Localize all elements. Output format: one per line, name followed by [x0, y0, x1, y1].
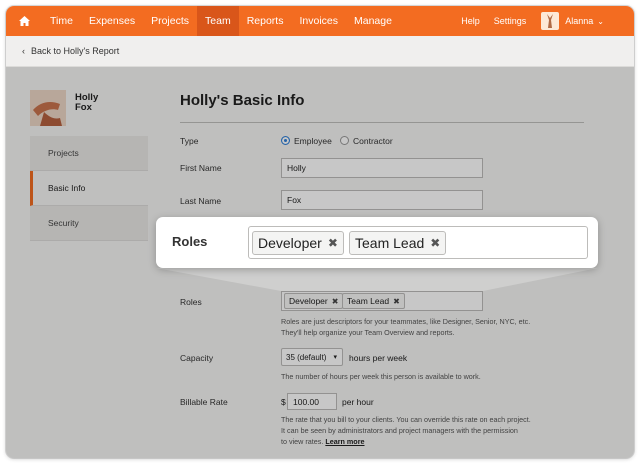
role-chip-developer[interactable]: Developer ✖ — [284, 293, 344, 309]
nav-team[interactable]: Team — [197, 6, 239, 36]
back-bar: ‹ Back to Holly's Report — [6, 36, 634, 67]
remove-icon[interactable]: ✖ — [393, 297, 400, 306]
remove-icon[interactable]: ✖ — [332, 297, 339, 306]
chevron-down-icon[interactable]: ⌄ — [597, 17, 604, 26]
roles-help: Roles are just descriptors for your team… — [281, 316, 530, 338]
user-avatar[interactable] — [541, 12, 560, 30]
user-name[interactable]: Alanna — [565, 16, 593, 26]
chevron-left-icon[interactable]: ‹ — [22, 46, 25, 56]
sidebar-item-security[interactable]: Security — [30, 206, 148, 241]
nav-right: Help Settings Alanna ⌄ — [454, 6, 634, 36]
remove-icon[interactable]: ✖ — [328, 236, 338, 250]
contractor-radio-label[interactable]: Contractor — [353, 136, 393, 146]
employee-radio[interactable] — [281, 136, 290, 145]
contractor-radio[interactable] — [340, 136, 349, 145]
type-label: Type — [180, 136, 199, 146]
callout-roles-label: Roles — [172, 234, 208, 249]
learn-more-link[interactable]: Learn more — [325, 437, 364, 446]
nav-manage[interactable]: Manage — [346, 6, 400, 36]
last-name-field[interactable]: Fox — [281, 190, 483, 210]
role-chip-label: Developer — [289, 296, 328, 306]
nav-projects[interactable]: Projects — [143, 6, 197, 36]
roles-label: Roles — [180, 297, 202, 307]
home-icon — [18, 16, 30, 26]
profile-photo-image — [30, 90, 66, 126]
callout-roles-field[interactable]: Developer ✖ Team Lead ✖ — [248, 226, 588, 259]
rate-label: Billable Rate — [180, 397, 228, 407]
first-name-field[interactable]: Holly — [281, 158, 483, 178]
capacity-unit: hours per week — [349, 353, 408, 363]
callout-chip-team-lead[interactable]: Team Lead ✖ — [349, 231, 447, 255]
roles-help-line: Roles are just descriptors for your team… — [281, 317, 531, 326]
nav-settings[interactable]: Settings — [487, 6, 534, 36]
nav-expenses[interactable]: Expenses — [81, 6, 143, 36]
profile-photo — [30, 90, 66, 126]
roles-help-line: They'll help organize your Team Overview… — [281, 328, 455, 337]
role-chip-label: Team Lead — [347, 296, 390, 306]
callout-chip-developer[interactable]: Developer ✖ — [252, 231, 344, 255]
sidebar-item-projects[interactable]: Projects — [30, 136, 148, 171]
employee-radio-label[interactable]: Employee — [294, 136, 332, 146]
capacity-label: Capacity — [180, 353, 214, 363]
first-name-label: First Name — [180, 163, 222, 173]
last-name-label: Last Name — [180, 196, 222, 206]
rate-help-line: It can be seen by administrators and pro… — [281, 426, 518, 435]
back-link[interactable]: Back to Holly's Report — [31, 46, 119, 56]
title-divider — [180, 122, 584, 123]
callout-chip-label: Team Lead — [355, 235, 425, 251]
chevron-down-icon: ▾ — [333, 354, 337, 361]
top-nav: Time Expenses Projects Team Reports Invo… — [6, 6, 634, 36]
nav-reports[interactable]: Reports — [239, 6, 292, 36]
rate-help-line: to view rates. Learn more — [281, 436, 531, 447]
rate-input[interactable]: 100.00 — [287, 393, 337, 410]
capacity-help: The number of hours per week this person… — [281, 372, 481, 381]
roles-zoom-callout: Roles Developer ✖ Team Lead ✖ — [156, 217, 598, 268]
rate-help: The rate that you bill to your clients. … — [281, 414, 531, 447]
nav-invoices[interactable]: Invoices — [291, 6, 346, 36]
role-chip-team-lead[interactable]: Team Lead ✖ — [342, 293, 405, 309]
nav-help[interactable]: Help — [454, 6, 487, 36]
sidebar: Projects Basic Info Security — [30, 136, 148, 241]
app-window: Time Expenses Projects Team Reports Invo… — [6, 6, 634, 458]
remove-icon[interactable]: ✖ — [430, 236, 440, 250]
currency-symbol: $ — [281, 397, 286, 407]
rate-help-line: The rate that you bill to your clients. … — [281, 415, 531, 424]
user-avatar-icon — [547, 14, 554, 28]
home-button[interactable] — [6, 6, 42, 36]
sidebar-item-basic-info[interactable]: Basic Info — [30, 171, 148, 206]
callout-chip-label: Developer — [258, 235, 322, 251]
profile-last-name: Fox — [75, 102, 92, 113]
nav-time[interactable]: Time — [42, 6, 81, 36]
profile-name: Holly Fox — [75, 93, 98, 113]
capacity-select[interactable]: 35 (default) ▾ — [281, 348, 343, 366]
rate-help-tail: to view rates. — [281, 437, 324, 446]
capacity-value: 35 (default) — [286, 352, 327, 362]
page-title: Holly's Basic Info — [180, 92, 305, 109]
rate-unit: per hour — [342, 397, 374, 407]
